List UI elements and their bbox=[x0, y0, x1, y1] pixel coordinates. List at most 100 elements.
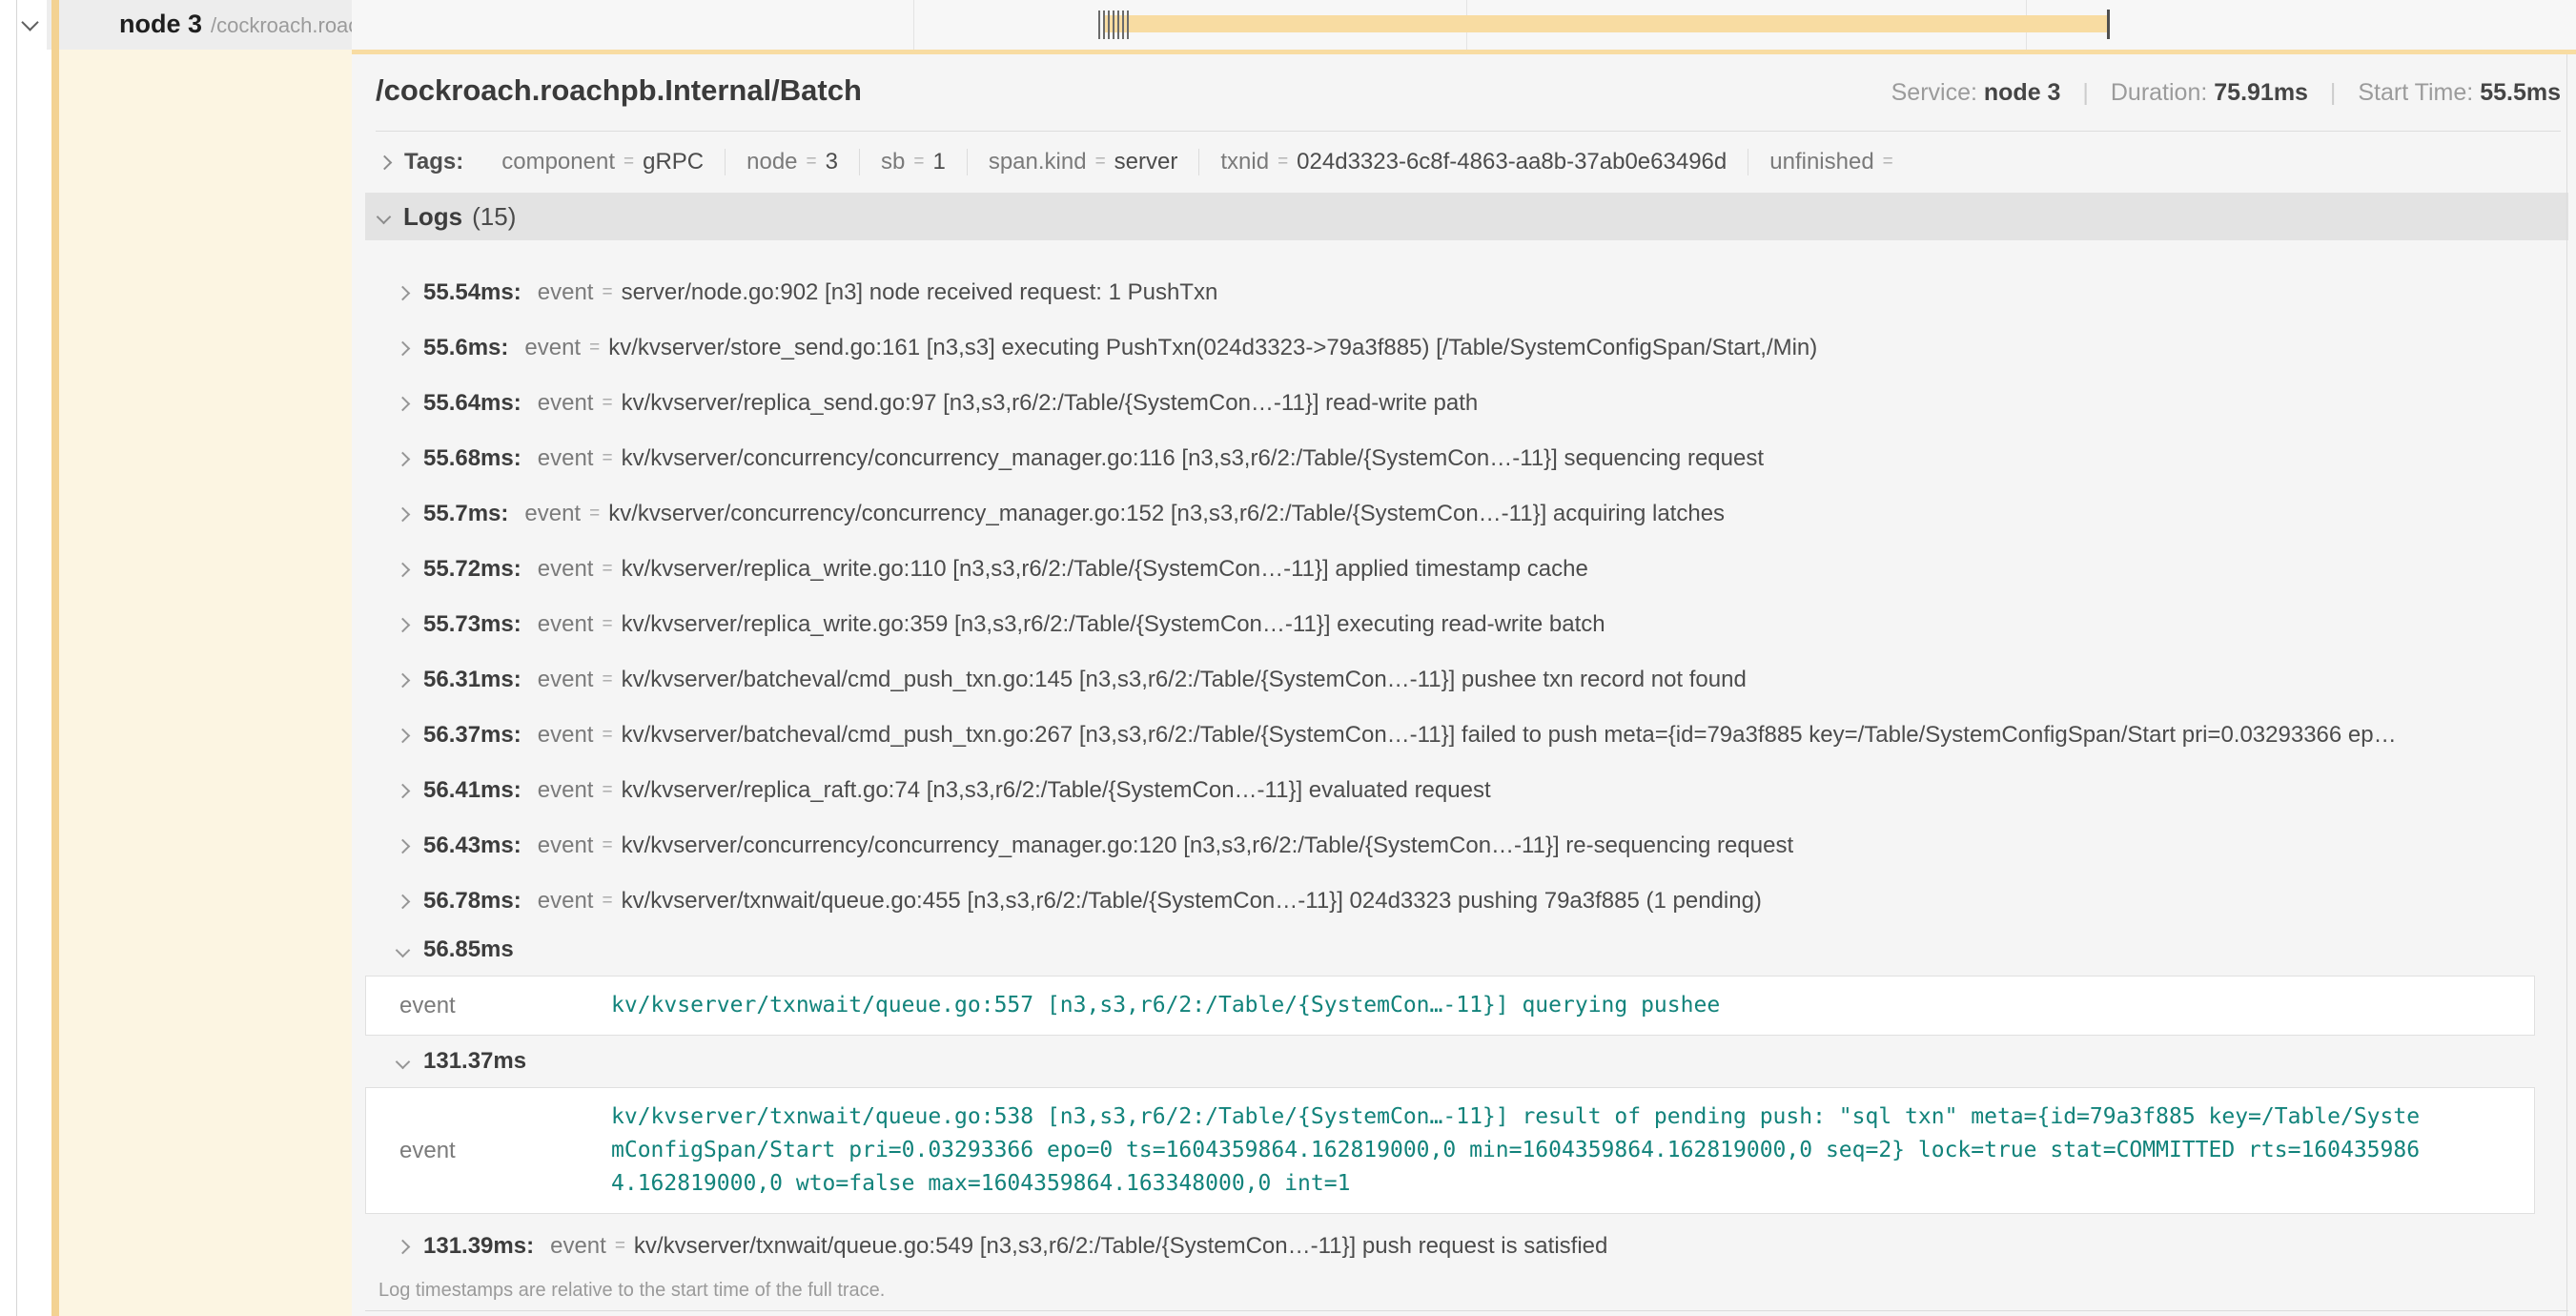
tag-key: span.kind bbox=[989, 149, 1087, 175]
log-timestamp: 56.41ms: bbox=[423, 777, 521, 804]
span-end-tick bbox=[2107, 10, 2110, 39]
log-timestamp: 55.64ms: bbox=[423, 390, 521, 417]
log-message: kv/kvserver/replica_raft.go:74 [n3,s3,r6… bbox=[622, 777, 1491, 804]
chevron-right-icon bbox=[396, 506, 411, 522]
service-value: node 3 bbox=[1984, 79, 2061, 106]
duration-value: 75.91ms bbox=[2214, 79, 2308, 106]
tag-value: 3 bbox=[826, 149, 838, 175]
chevron-down-icon bbox=[396, 1054, 411, 1069]
tag-equals: = bbox=[1095, 152, 1106, 173]
span-detail-indent-fill bbox=[59, 50, 352, 1316]
span-name-cell[interactable]: node 3 /cockroach.roach… bbox=[47, 0, 352, 50]
chevron-down-icon bbox=[377, 209, 392, 224]
log-message: kv/kvserver/replica_send.go:97 [n3,s3,r6… bbox=[622, 390, 1479, 417]
chevron-down-icon bbox=[396, 942, 411, 957]
log-message: kv/kvserver/txnwait/queue.go:455 [n3,s3,… bbox=[622, 888, 1762, 915]
timeline-gridline bbox=[913, 0, 914, 50]
log-equals: = bbox=[589, 338, 600, 359]
log-row[interactable]: 56.43ms: event = kv/kvserver/concurrency… bbox=[352, 818, 2576, 874]
detail-header: /cockroach.roachpb.Internal/Batch Servic… bbox=[376, 73, 2561, 108]
log-event-card: event kv/kvserver/txnwait/queue.go:557 [… bbox=[365, 976, 2535, 1036]
log-row-expanded-header[interactable]: 56.85ms bbox=[352, 929, 2576, 971]
log-equals: = bbox=[602, 282, 612, 303]
chevron-right-icon bbox=[396, 672, 411, 688]
log-message: kv/kvserver/concurrency/concurrency_mana… bbox=[608, 501, 1725, 527]
log-message: kv/kvserver/batcheval/cmd_push_txn.go:26… bbox=[622, 722, 2397, 749]
log-field: event bbox=[538, 833, 594, 859]
log-row[interactable]: 55.6ms: event = kv/kvserver/store_send.g… bbox=[352, 320, 2576, 376]
log-equals: = bbox=[602, 559, 612, 580]
log-timestamp: 55.6ms: bbox=[423, 335, 508, 361]
log-equals: = bbox=[615, 1236, 625, 1257]
log-event-card: event kv/kvserver/txnwait/queue.go:538 [… bbox=[365, 1087, 2535, 1214]
tag-value: gRPC bbox=[643, 149, 704, 175]
tag-key: txnid bbox=[1220, 149, 1269, 175]
logs-title: Logs bbox=[403, 202, 462, 232]
header-divider bbox=[376, 131, 2561, 132]
tag-key: node bbox=[746, 149, 797, 175]
span-timeline-cell[interactable]: 75.91ms bbox=[352, 0, 2576, 50]
log-timestamp: 131.39ms: bbox=[423, 1233, 534, 1260]
log-message: server/node.go:902 [n3] node received re… bbox=[622, 279, 1218, 306]
log-row[interactable]: 55.68ms: event = kv/kvserver/concurrency… bbox=[352, 431, 2576, 486]
log-field: event bbox=[538, 667, 594, 693]
span-meta: Service: node 3 | Duration: 75.91ms | St… bbox=[1891, 79, 2561, 107]
log-field: event bbox=[366, 1138, 611, 1164]
tag-value: 024d3323-6c8f-4863-aa8b-37ab0e63496d bbox=[1297, 149, 1727, 175]
tag-equals: = bbox=[1278, 152, 1288, 173]
log-marker-ticks-icon bbox=[1098, 10, 1131, 39]
tag-item: span.kind = server bbox=[967, 149, 1199, 175]
log-row[interactable]: 131.39ms: event = kv/kvserver/txnwait/qu… bbox=[352, 1219, 2576, 1274]
log-event-value: kv/kvserver/txnwait/queue.go:538 [n3,s3,… bbox=[611, 1100, 2427, 1201]
log-timestamp: 55.54ms: bbox=[423, 279, 521, 306]
meta-separator: | bbox=[2330, 79, 2337, 106]
tag-equals: = bbox=[1883, 152, 1893, 173]
tags-row[interactable]: Tags: component = gRPC node = 3 sb = 1 s… bbox=[379, 149, 2561, 175]
log-field: event bbox=[524, 501, 581, 527]
tag-value: 1 bbox=[932, 149, 945, 175]
tag-item: unfinished = bbox=[1748, 149, 1923, 175]
log-row[interactable]: 56.41ms: event = kv/kvserver/replica_raf… bbox=[352, 763, 2576, 818]
log-equals: = bbox=[602, 780, 612, 801]
tag-equals: = bbox=[913, 152, 924, 173]
chevron-right-icon bbox=[396, 617, 411, 632]
log-timestamp: 56.78ms: bbox=[423, 888, 521, 915]
log-field: event bbox=[538, 445, 594, 472]
log-row[interactable]: 56.31ms: event = kv/kvserver/batcheval/c… bbox=[352, 652, 2576, 708]
service-label: Service: bbox=[1891, 79, 1977, 106]
log-row[interactable]: 55.73ms: event = kv/kvserver/replica_wri… bbox=[352, 597, 2576, 652]
start-time-label: Start Time: bbox=[2358, 79, 2473, 106]
log-message: kv/kvserver/replica_write.go:110 [n3,s3,… bbox=[622, 556, 1588, 583]
operation-title: /cockroach.roachpb.Internal/Batch bbox=[376, 73, 862, 108]
tag-key: component bbox=[501, 149, 615, 175]
log-equals: = bbox=[602, 669, 612, 690]
chevron-right-icon bbox=[396, 340, 411, 356]
log-row-expanded-header[interactable]: 131.37ms bbox=[352, 1040, 2576, 1082]
log-row[interactable]: 55.7ms: event = kv/kvserver/concurrency/… bbox=[352, 486, 2576, 542]
logs-section-header[interactable]: Logs (15) bbox=[365, 193, 2568, 240]
span-duration-bar[interactable] bbox=[1105, 15, 2107, 32]
log-timestamp: 56.85ms bbox=[423, 936, 514, 963]
tag-value: server bbox=[1114, 149, 1178, 175]
log-row[interactable]: 55.64ms: event = kv/kvserver/replica_sen… bbox=[352, 376, 2576, 431]
log-message: kv/kvserver/store_send.go:161 [n3,s3] ex… bbox=[608, 335, 1817, 361]
log-equals: = bbox=[602, 614, 612, 635]
log-list: 55.54ms: event = server/node.go:902 [n3]… bbox=[352, 265, 2576, 1311]
log-row[interactable]: 56.37ms: event = kv/kvserver/batcheval/c… bbox=[352, 708, 2576, 763]
tag-item: component = gRPC bbox=[480, 149, 725, 175]
trace-detail-page: node 3 /cockroach.roach… 75.91ms /cockro… bbox=[0, 0, 2576, 1316]
log-field: event bbox=[538, 722, 594, 749]
log-row[interactable]: 56.78ms: event = kv/kvserver/txnwait/que… bbox=[352, 874, 2576, 929]
log-row[interactable]: 55.72ms: event = kv/kvserver/replica_wri… bbox=[352, 542, 2576, 597]
span-service-name: node 3 bbox=[119, 10, 202, 39]
log-timestamp: 56.37ms: bbox=[423, 722, 521, 749]
logs-count: (15) bbox=[472, 202, 516, 232]
log-row[interactable]: 55.54ms: event = server/node.go:902 [n3]… bbox=[352, 265, 2576, 320]
duration-label: Duration: bbox=[2111, 79, 2207, 106]
tag-item: node = 3 bbox=[725, 149, 859, 175]
log-event-value: kv/kvserver/txnwait/queue.go:557 [n3,s3,… bbox=[611, 989, 1720, 1022]
tags-label: Tags: bbox=[404, 149, 463, 175]
chevron-right-icon bbox=[396, 562, 411, 577]
log-field: event bbox=[366, 993, 611, 1019]
logs-footer-divider bbox=[365, 1310, 2568, 1311]
